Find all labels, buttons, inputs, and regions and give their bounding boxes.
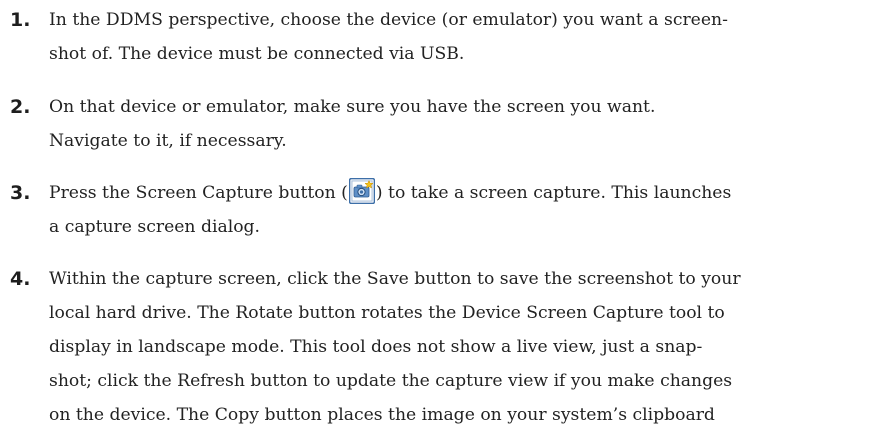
text-before-icon: Press the Screen Capture button ( <box>49 183 348 203</box>
text-line: a capture screen dialog. <box>49 217 261 237</box>
step-number: 1. <box>10 9 31 31</box>
list-item-step-3: 3. Press the Screen Capture button ( ) t… <box>10 176 894 244</box>
camera-capture-icon <box>348 178 375 204</box>
step-number: 3. <box>10 182 31 204</box>
step-number: 4. <box>10 268 31 290</box>
text-line: Within the capture screen, click the Sav… <box>49 269 741 289</box>
text-line: shot of. The device must be connected vi… <box>49 44 465 64</box>
text-line: On that device or emulator, make sure yo… <box>49 97 656 117</box>
step-text: Within the capture screen, click the Sav… <box>49 262 894 432</box>
text-line: In the DDMS perspective, choose the devi… <box>49 10 728 30</box>
list-item-step-2: 2. On that device or emulator, make sure… <box>10 90 894 158</box>
text-line: on the device. The Copy button places th… <box>49 405 715 425</box>
text-line: shot; click the Refresh button to update… <box>49 371 733 391</box>
list-item-step-1: 1. In the DDMS perspective, choose the d… <box>10 3 894 71</box>
text-after-icon: ) to take a screen capture. This launche… <box>375 183 732 203</box>
list-item-step-4: 4. Within the capture screen, click the … <box>10 262 894 426</box>
text-line: Navigate to it, if necessary. <box>49 131 287 151</box>
text-line: Press the Screen Capture button ( ) to t… <box>49 176 894 210</box>
document-page: 1. In the DDMS perspective, choose the d… <box>0 0 894 426</box>
step-text: In the DDMS perspective, choose the devi… <box>49 3 894 71</box>
text-line: display in landscape mode. This tool doe… <box>49 337 703 357</box>
step-text: Press the Screen Capture button ( ) to t… <box>49 176 894 244</box>
step-number: 2. <box>10 96 31 118</box>
text-line: local hard drive. The Rotate button rota… <box>49 303 725 323</box>
step-text: On that device or emulator, make sure yo… <box>49 90 894 158</box>
